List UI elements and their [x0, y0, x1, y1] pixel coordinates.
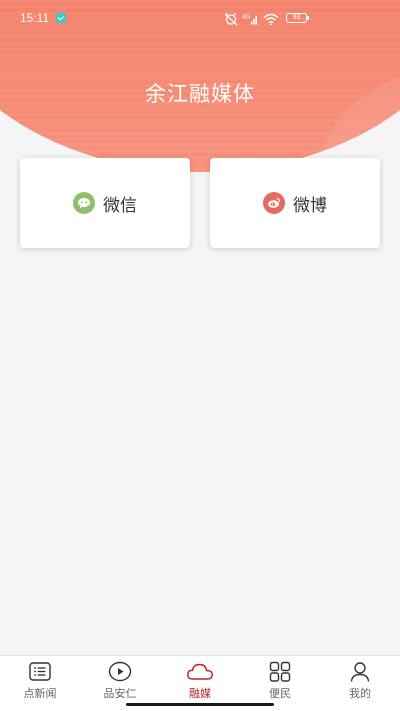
tab-rongmei-label: 融媒 — [189, 687, 211, 700]
battery-icon: 93 — [286, 13, 309, 23]
tab-news-label: 点新闻 — [23, 687, 57, 700]
weibo-card-button[interactable]: 微博 — [210, 158, 380, 248]
wechat-card-button[interactable]: 微信 — [20, 158, 190, 248]
wifi-icon — [263, 13, 279, 26]
play-circle-icon — [108, 661, 132, 682]
weibo-label: 微博 — [293, 195, 327, 216]
signal-icon: 4G — [242, 15, 257, 25]
page-title: 余江融媒体 — [145, 82, 255, 106]
person-icon — [350, 662, 370, 682]
tab-bianmin-label: 便民 — [269, 687, 291, 700]
status-time: 15:11 — [20, 11, 50, 25]
notification-check-icon — [56, 13, 66, 23]
alarm-icon — [224, 13, 238, 26]
tab-mine-label: 我的 — [349, 687, 371, 700]
status-bar: 15:11 4G 93 — [0, 0, 400, 36]
tab-news[interactable]: 点新闻 — [0, 656, 80, 711]
tab-mine[interactable]: 我的 — [320, 656, 400, 711]
wechat-label: 微信 — [103, 195, 137, 216]
cloud-icon — [187, 663, 213, 680]
weibo-icon — [263, 192, 285, 214]
home-indicator[interactable] — [126, 703, 274, 706]
wechat-icon — [73, 192, 95, 214]
tab-pinanren-label: 品安仁 — [103, 687, 137, 700]
news-list-icon — [29, 662, 51, 681]
grid-icon — [269, 661, 291, 682]
svg-text:4G: 4G — [242, 15, 250, 21]
